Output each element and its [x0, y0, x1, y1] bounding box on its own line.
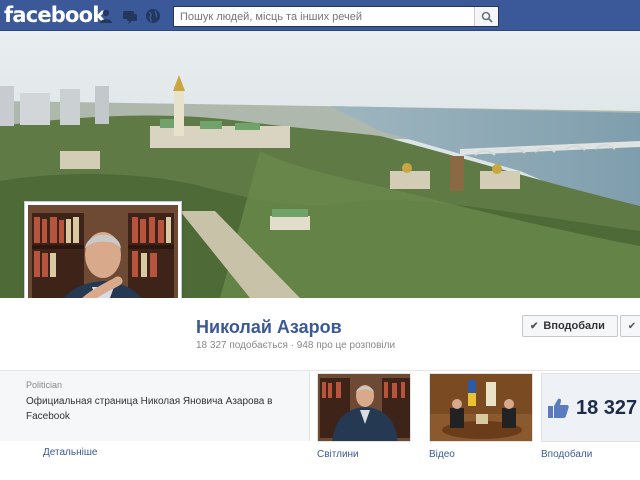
search-box [173, 6, 499, 27]
search-button[interactable] [474, 7, 498, 26]
about-box: Politician Официальная страница Николая … [0, 371, 310, 441]
thumbs-up-icon [548, 398, 569, 418]
top-bar: facebook [0, 0, 640, 31]
about-more-link[interactable]: Детальніше [43, 447, 97, 458]
page-header: Николай Азаров 18 327 подобається · 948 … [0, 298, 640, 370]
settings-dropdown-button[interactable]: ✔ [620, 315, 640, 337]
checkmark-icon: ✔ [627, 320, 637, 332]
liked-button-label: Вподобали [543, 320, 605, 332]
page-title[interactable]: Николай Азаров [196, 317, 342, 338]
video-tile-label[interactable]: Відео [429, 449, 455, 460]
notifications-globe-icon[interactable] [145, 8, 161, 24]
search-icon [481, 11, 493, 23]
photos-tile-label[interactable]: Світлини [317, 449, 359, 460]
search-input[interactable] [174, 7, 474, 26]
messages-icon[interactable] [122, 8, 138, 24]
friend-requests-icon[interactable] [98, 8, 114, 24]
page-description: Официальная страница Николая Яновича Аза… [26, 396, 273, 422]
video-tile[interactable] [429, 373, 533, 442]
likes-tile[interactable]: 18 327 [541, 373, 640, 442]
page-category: Politician [26, 380, 63, 390]
liked-button[interactable]: ✔ Вподобали [522, 315, 618, 337]
photos-tile[interactable] [317, 373, 411, 442]
likes-count: 18 327 [576, 396, 638, 419]
facebook-logo[interactable]: facebook [4, 3, 106, 27]
info-section: Politician Официальная страница Николая … [0, 370, 640, 480]
page-stats: 18 327 подобається · 948 про це розповіл… [196, 340, 396, 351]
likes-tile-label[interactable]: Вподобали [541, 449, 592, 460]
checkmark-icon: ✔ [530, 320, 539, 332]
likes-summary: 18 327 [546, 396, 637, 420]
